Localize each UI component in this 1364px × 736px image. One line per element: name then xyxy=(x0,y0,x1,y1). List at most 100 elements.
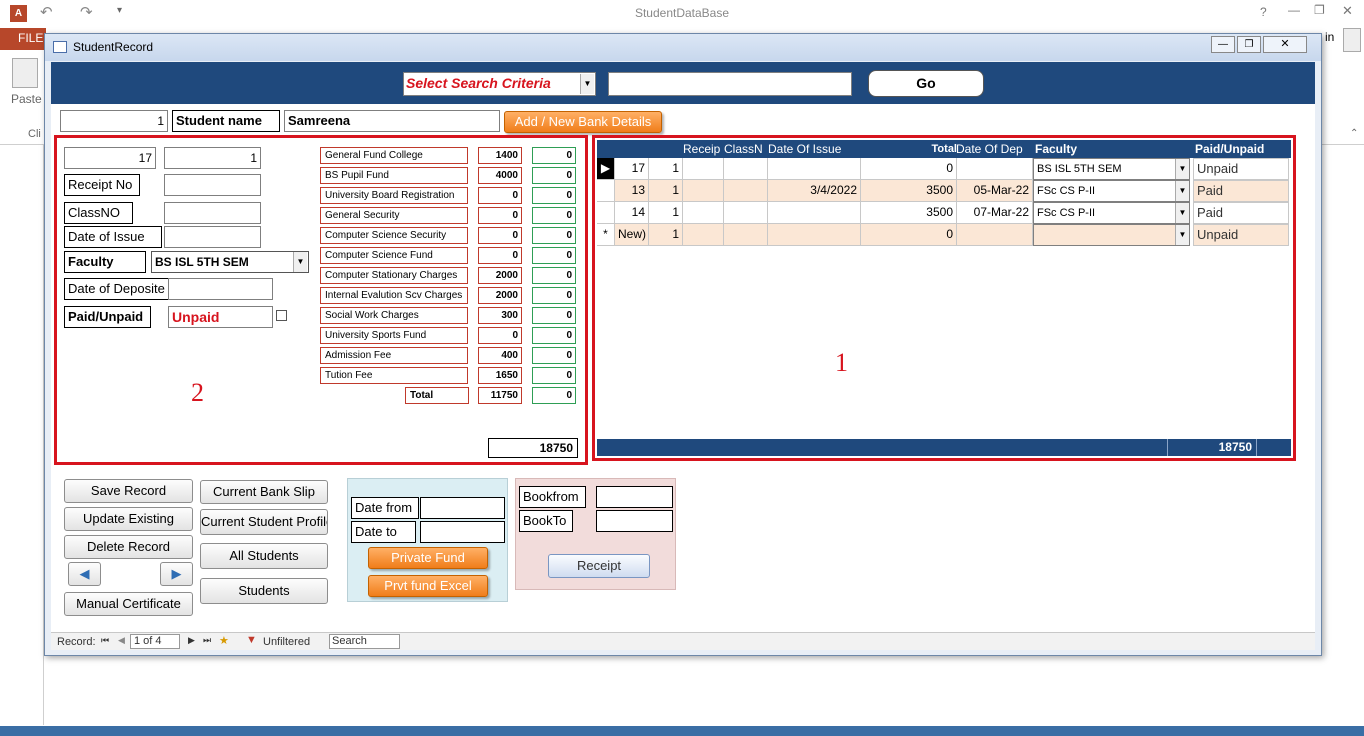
grid-cell-status[interactable]: Unpaid xyxy=(1193,224,1289,246)
date-to-field[interactable] xyxy=(420,521,505,543)
save-record-button[interactable]: Save Record xyxy=(64,479,193,503)
grid-cell-a[interactable]: New) xyxy=(615,224,649,246)
grid-cell-a[interactable]: 13 xyxy=(615,180,649,202)
grid-cell-status[interactable]: Paid xyxy=(1193,202,1289,224)
grid-cell-classno[interactable] xyxy=(724,224,768,246)
grid-cell-b[interactable]: 1 xyxy=(649,202,683,224)
grid-cell-b[interactable]: 1 xyxy=(649,180,683,202)
grid-header-paid-unpaid[interactable]: Paid/Unpaid xyxy=(1195,140,1285,158)
grid-cell-total[interactable]: 3500 xyxy=(861,202,957,224)
grid-header-total[interactable]: Total xyxy=(897,140,957,158)
chevron-down-icon[interactable]: ▼ xyxy=(580,74,594,94)
fee-total-value[interactable]: 11750 xyxy=(478,387,522,404)
grid-faculty-dropdown[interactable]: ▼ xyxy=(1033,224,1190,246)
help-icon[interactable]: ? xyxy=(1260,5,1267,19)
grid-faculty-dropdown[interactable]: FSc CS P-II ▼ xyxy=(1033,202,1190,224)
grid-cell-a[interactable]: 14 xyxy=(615,202,649,224)
grid-cell-issue[interactable] xyxy=(768,202,861,224)
chevron-down-icon[interactable]: ▼ xyxy=(1175,225,1189,245)
paid-unpaid-field[interactable]: Unpaid xyxy=(168,306,273,328)
private-fund-excel-button[interactable]: Prvt fund Excel xyxy=(368,575,488,597)
nav-search-input[interactable]: Search xyxy=(329,634,400,649)
fee-paid-amount[interactable]: 0 xyxy=(532,267,576,284)
fee-paid-amount[interactable]: 0 xyxy=(532,227,576,244)
ribbon-collapse-icon[interactable]: ⌃ xyxy=(1350,128,1358,139)
grand-total-field[interactable]: 18750 xyxy=(488,438,578,458)
table-row[interactable]: 13 1 3/4/2022 3500 05-Mar-22 FSc CS P-II ▼ Paid xyxy=(597,180,1291,202)
paste-label[interactable]: Paste xyxy=(11,92,42,106)
students-button[interactable]: Students xyxy=(200,578,328,604)
grid-cell-issue[interactable] xyxy=(768,158,861,180)
chevron-down-icon[interactable]: ▼ xyxy=(1175,159,1189,179)
current-bank-slip-button[interactable]: Current Bank Slip xyxy=(200,480,328,504)
receipt-no-field[interactable] xyxy=(164,174,261,196)
table-row[interactable]: ▶ 17 1 0 BS ISL 5TH SEM ▼ Unpaid xyxy=(597,158,1291,180)
current-record-selector[interactable]: ▶ xyxy=(597,158,615,180)
record-position-field[interactable]: 1 of 4 xyxy=(130,634,180,649)
detail-field-b[interactable]: 1 xyxy=(164,147,261,169)
form-close-icon[interactable]: ✕ xyxy=(1263,36,1307,53)
grid-header-classno[interactable]: ClassN xyxy=(724,140,766,158)
receipt-button[interactable]: Receipt xyxy=(548,554,650,578)
go-button[interactable]: Go xyxy=(868,70,984,97)
grid-cell-status[interactable]: Unpaid xyxy=(1193,158,1289,180)
delete-record-button[interactable]: Delete Record xyxy=(64,535,193,559)
private-fund-button[interactable]: Private Fund xyxy=(368,547,488,569)
detail-field-a[interactable]: 17 xyxy=(64,147,156,169)
fee-paid-amount[interactable]: 0 xyxy=(532,307,576,324)
next-record-icon[interactable]: ▶ xyxy=(188,635,195,646)
grid-cell-status[interactable]: Paid xyxy=(1193,180,1289,202)
faculty-dropdown[interactable]: BS ISL 5TH SEM ▼ xyxy=(151,251,309,273)
date-of-issue-field[interactable] xyxy=(164,226,261,248)
previous-record-button[interactable]: ◀ xyxy=(68,562,101,586)
fee-amount[interactable]: 300 xyxy=(478,307,522,324)
fee-paid-amount[interactable]: 0 xyxy=(532,347,576,364)
fee-amount[interactable]: 2000 xyxy=(478,267,522,284)
grid-cell-b[interactable]: 1 xyxy=(649,158,683,180)
grid-cell-a[interactable]: 17 xyxy=(615,158,649,180)
form-minimize-icon[interactable]: — xyxy=(1211,36,1235,53)
first-record-icon[interactable]: ⏮ xyxy=(101,635,109,646)
grid-header-faculty[interactable]: Faculty xyxy=(1035,140,1125,158)
fee-amount[interactable]: 0 xyxy=(478,207,522,224)
fee-amount[interactable]: 400 xyxy=(478,347,522,364)
previous-record-icon[interactable]: ◀ xyxy=(118,635,125,646)
date-of-deposite-field[interactable] xyxy=(168,278,273,300)
chevron-down-icon[interactable]: ▼ xyxy=(293,252,307,272)
grid-cell-receipt[interactable] xyxy=(683,180,724,202)
grid-cell-total[interactable]: 0 xyxy=(861,158,957,180)
grid-cell-deposit[interactable] xyxy=(957,224,1033,246)
grid-cell-total[interactable]: 3500 xyxy=(861,180,957,202)
table-row[interactable]: 14 1 3500 07-Mar-22 FSc CS P-II ▼ Paid xyxy=(597,202,1291,224)
minimize-icon[interactable]: — xyxy=(1288,3,1300,17)
grid-header-date-of-issue[interactable]: Date Of Issue xyxy=(768,140,860,158)
chevron-down-icon[interactable]: ▼ xyxy=(1175,203,1189,223)
date-from-field[interactable] xyxy=(420,497,505,519)
all-students-button[interactable]: All Students xyxy=(200,543,328,569)
paste-icon[interactable] xyxy=(12,58,38,88)
student-name-field[interactable]: Samreena xyxy=(284,110,500,132)
record-selector[interactable]: * xyxy=(597,224,615,246)
fee-paid-amount[interactable]: 0 xyxy=(532,287,576,304)
grid-cell-receipt[interactable] xyxy=(683,224,724,246)
fee-amount[interactable]: 0 xyxy=(478,327,522,344)
grid-cell-deposit[interactable]: 05-Mar-22 xyxy=(957,180,1033,202)
record-id-field[interactable]: 1 xyxy=(60,110,168,132)
current-student-profile-button[interactable]: Current Student Profile xyxy=(200,509,328,535)
search-criteria-dropdown[interactable]: Select Search Criteria ▼ xyxy=(403,72,596,96)
fee-paid-amount[interactable]: 0 xyxy=(532,247,576,264)
chevron-down-icon[interactable]: ▼ xyxy=(1175,181,1189,201)
fee-paid-amount[interactable]: 0 xyxy=(532,327,576,344)
grid-cell-classno[interactable] xyxy=(724,158,768,180)
add-bank-details-button[interactable]: Add / New Bank Details xyxy=(504,111,662,133)
last-record-icon[interactable]: ⏭ xyxy=(203,635,211,646)
grid-cell-issue[interactable]: 3/4/2022 xyxy=(768,180,861,202)
grid-cell-b[interactable]: 1 xyxy=(649,224,683,246)
filter-status[interactable]: Unfiltered xyxy=(263,636,310,648)
fee-paid-amount[interactable]: 0 xyxy=(532,207,576,224)
fee-amount[interactable]: 0 xyxy=(478,227,522,244)
record-selector[interactable] xyxy=(597,202,615,224)
fee-paid-amount[interactable]: 0 xyxy=(532,187,576,204)
fee-total-paid[interactable]: 0 xyxy=(532,387,576,404)
fee-amount[interactable]: 4000 xyxy=(478,167,522,184)
